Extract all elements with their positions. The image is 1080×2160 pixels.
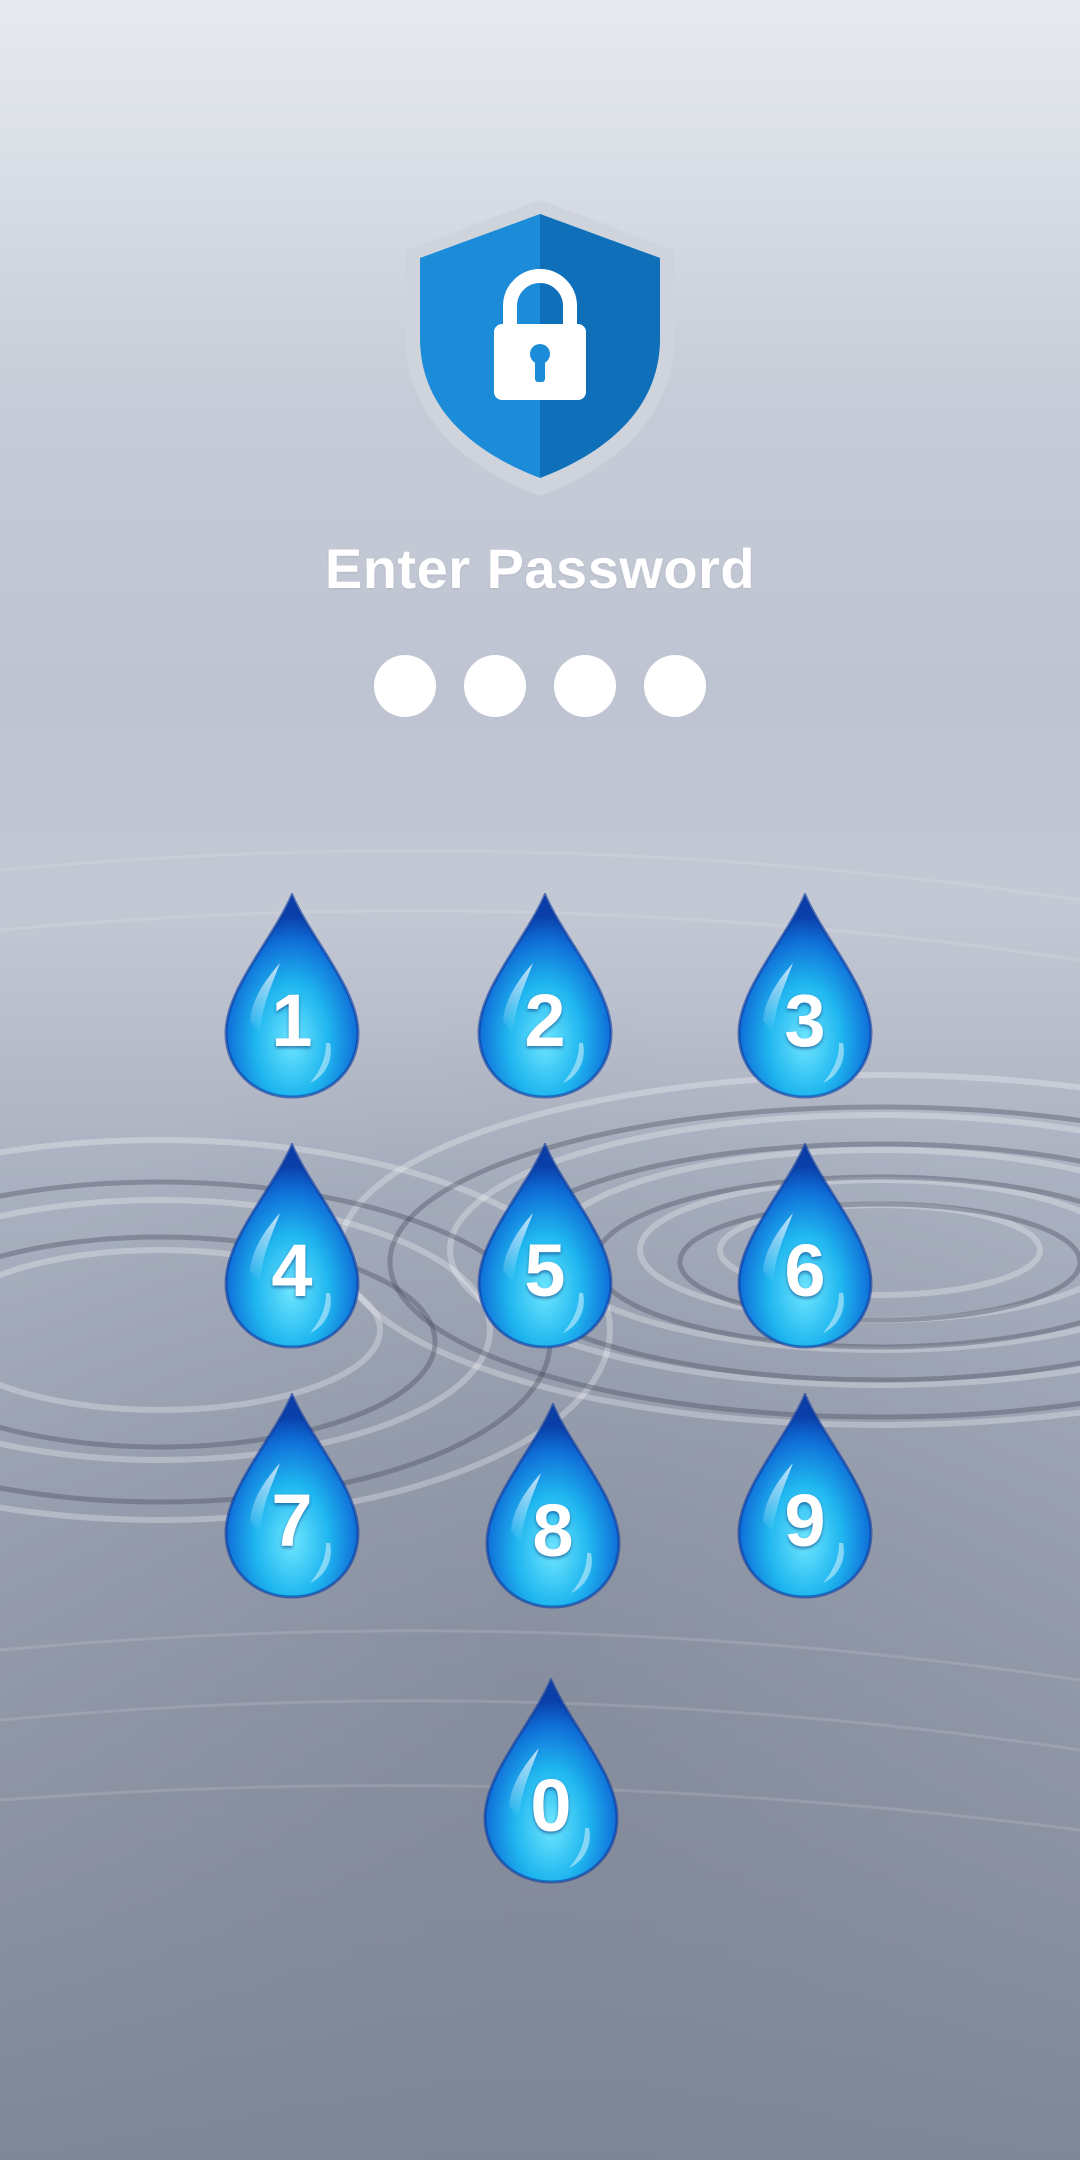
keypad-button-3[interactable]: 3 xyxy=(733,893,877,1099)
keypad-digit: 6 xyxy=(784,1229,826,1312)
keypad-digit: 5 xyxy=(524,1229,566,1312)
keypad-digit: 3 xyxy=(784,979,826,1062)
keypad-digit: 4 xyxy=(271,1229,313,1312)
keypad-digit: 2 xyxy=(524,979,566,1062)
shield-lock-icon xyxy=(406,200,674,496)
pin-dot xyxy=(644,655,706,717)
keypad-button-4[interactable]: 4 xyxy=(220,1143,364,1349)
keypad-button-8[interactable]: 8 xyxy=(481,1403,625,1609)
keypad-button-6[interactable]: 6 xyxy=(733,1143,877,1349)
keypad-button-5[interactable]: 5 xyxy=(473,1143,617,1349)
pin-indicator xyxy=(0,655,1080,717)
pin-dot xyxy=(464,655,526,717)
page-title: Enter Password xyxy=(324,537,756,600)
keypad-button-1[interactable]: 1 xyxy=(220,893,364,1099)
keypad-button-7[interactable]: 7 xyxy=(220,1393,364,1599)
keypad-button-2[interactable]: 2 xyxy=(473,893,617,1099)
keypad-digit: 0 xyxy=(530,1764,572,1847)
pin-dot xyxy=(374,655,436,717)
pin-dot xyxy=(554,655,616,717)
keypad-button-0[interactable]: 0 xyxy=(479,1678,623,1884)
keypad-digit: 9 xyxy=(784,1479,826,1562)
keypad-digit: 1 xyxy=(271,979,313,1062)
keypad-digit: 7 xyxy=(271,1479,313,1562)
keypad-button-9[interactable]: 9 xyxy=(733,1393,877,1599)
keypad-digit: 8 xyxy=(532,1489,574,1572)
